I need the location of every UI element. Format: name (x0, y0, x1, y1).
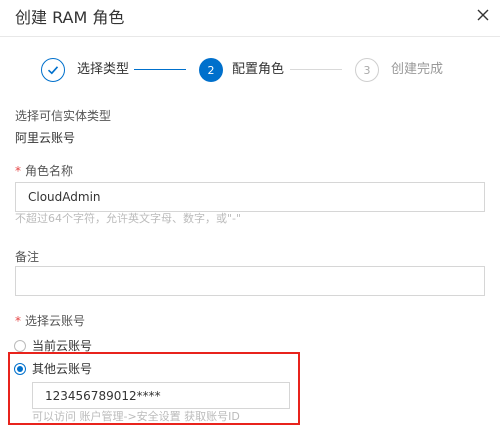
other-account-radio[interactable] (14, 363, 26, 375)
trusted-entity-value: 阿里云账号 (15, 131, 76, 145)
remark-input[interactable] (15, 266, 485, 296)
role-name-value: CloudAdmin (28, 190, 101, 204)
current-account-radio[interactable] (14, 340, 26, 352)
remark-label: 备注 (15, 250, 40, 264)
other-account-label[interactable]: 其他云账号 (32, 361, 92, 377)
role-name-input[interactable]: CloudAdmin (15, 182, 485, 212)
step-connector-1 (134, 69, 186, 70)
header-divider (0, 36, 500, 37)
close-icon[interactable] (474, 6, 492, 24)
step-3-number: 3 (355, 58, 379, 82)
trusted-entity-label: 选择可信实体类型 (15, 109, 112, 123)
step-2-number: 2 (199, 58, 223, 82)
required-mark: * (15, 314, 21, 328)
role-name-hint: 不超过64个字符，允许英文字母、数字，或"-" (15, 212, 242, 225)
step-2-label: 配置角色 (232, 62, 285, 77)
required-mark: * (15, 164, 21, 178)
dialog-title: 创建 RAM 角色 (15, 8, 125, 27)
step-1-check-icon (41, 58, 65, 82)
step-1-label: 选择类型 (77, 62, 130, 77)
account-select-label: * 选择云账号 (15, 313, 85, 329)
account-id-input[interactable]: 123456789012**** (32, 382, 290, 409)
account-select-label-text: 选择云账号 (25, 314, 86, 328)
step-3-label: 创建完成 (391, 62, 444, 77)
role-name-label: * 角色名称 (15, 163, 73, 179)
account-id-hint: 可以访问 账户管理->安全设置 获取账号ID (32, 410, 240, 423)
account-id-value: 123456789012**** (45, 388, 161, 403)
role-name-label-text: 角色名称 (25, 164, 74, 178)
step-connector-2 (290, 69, 342, 70)
